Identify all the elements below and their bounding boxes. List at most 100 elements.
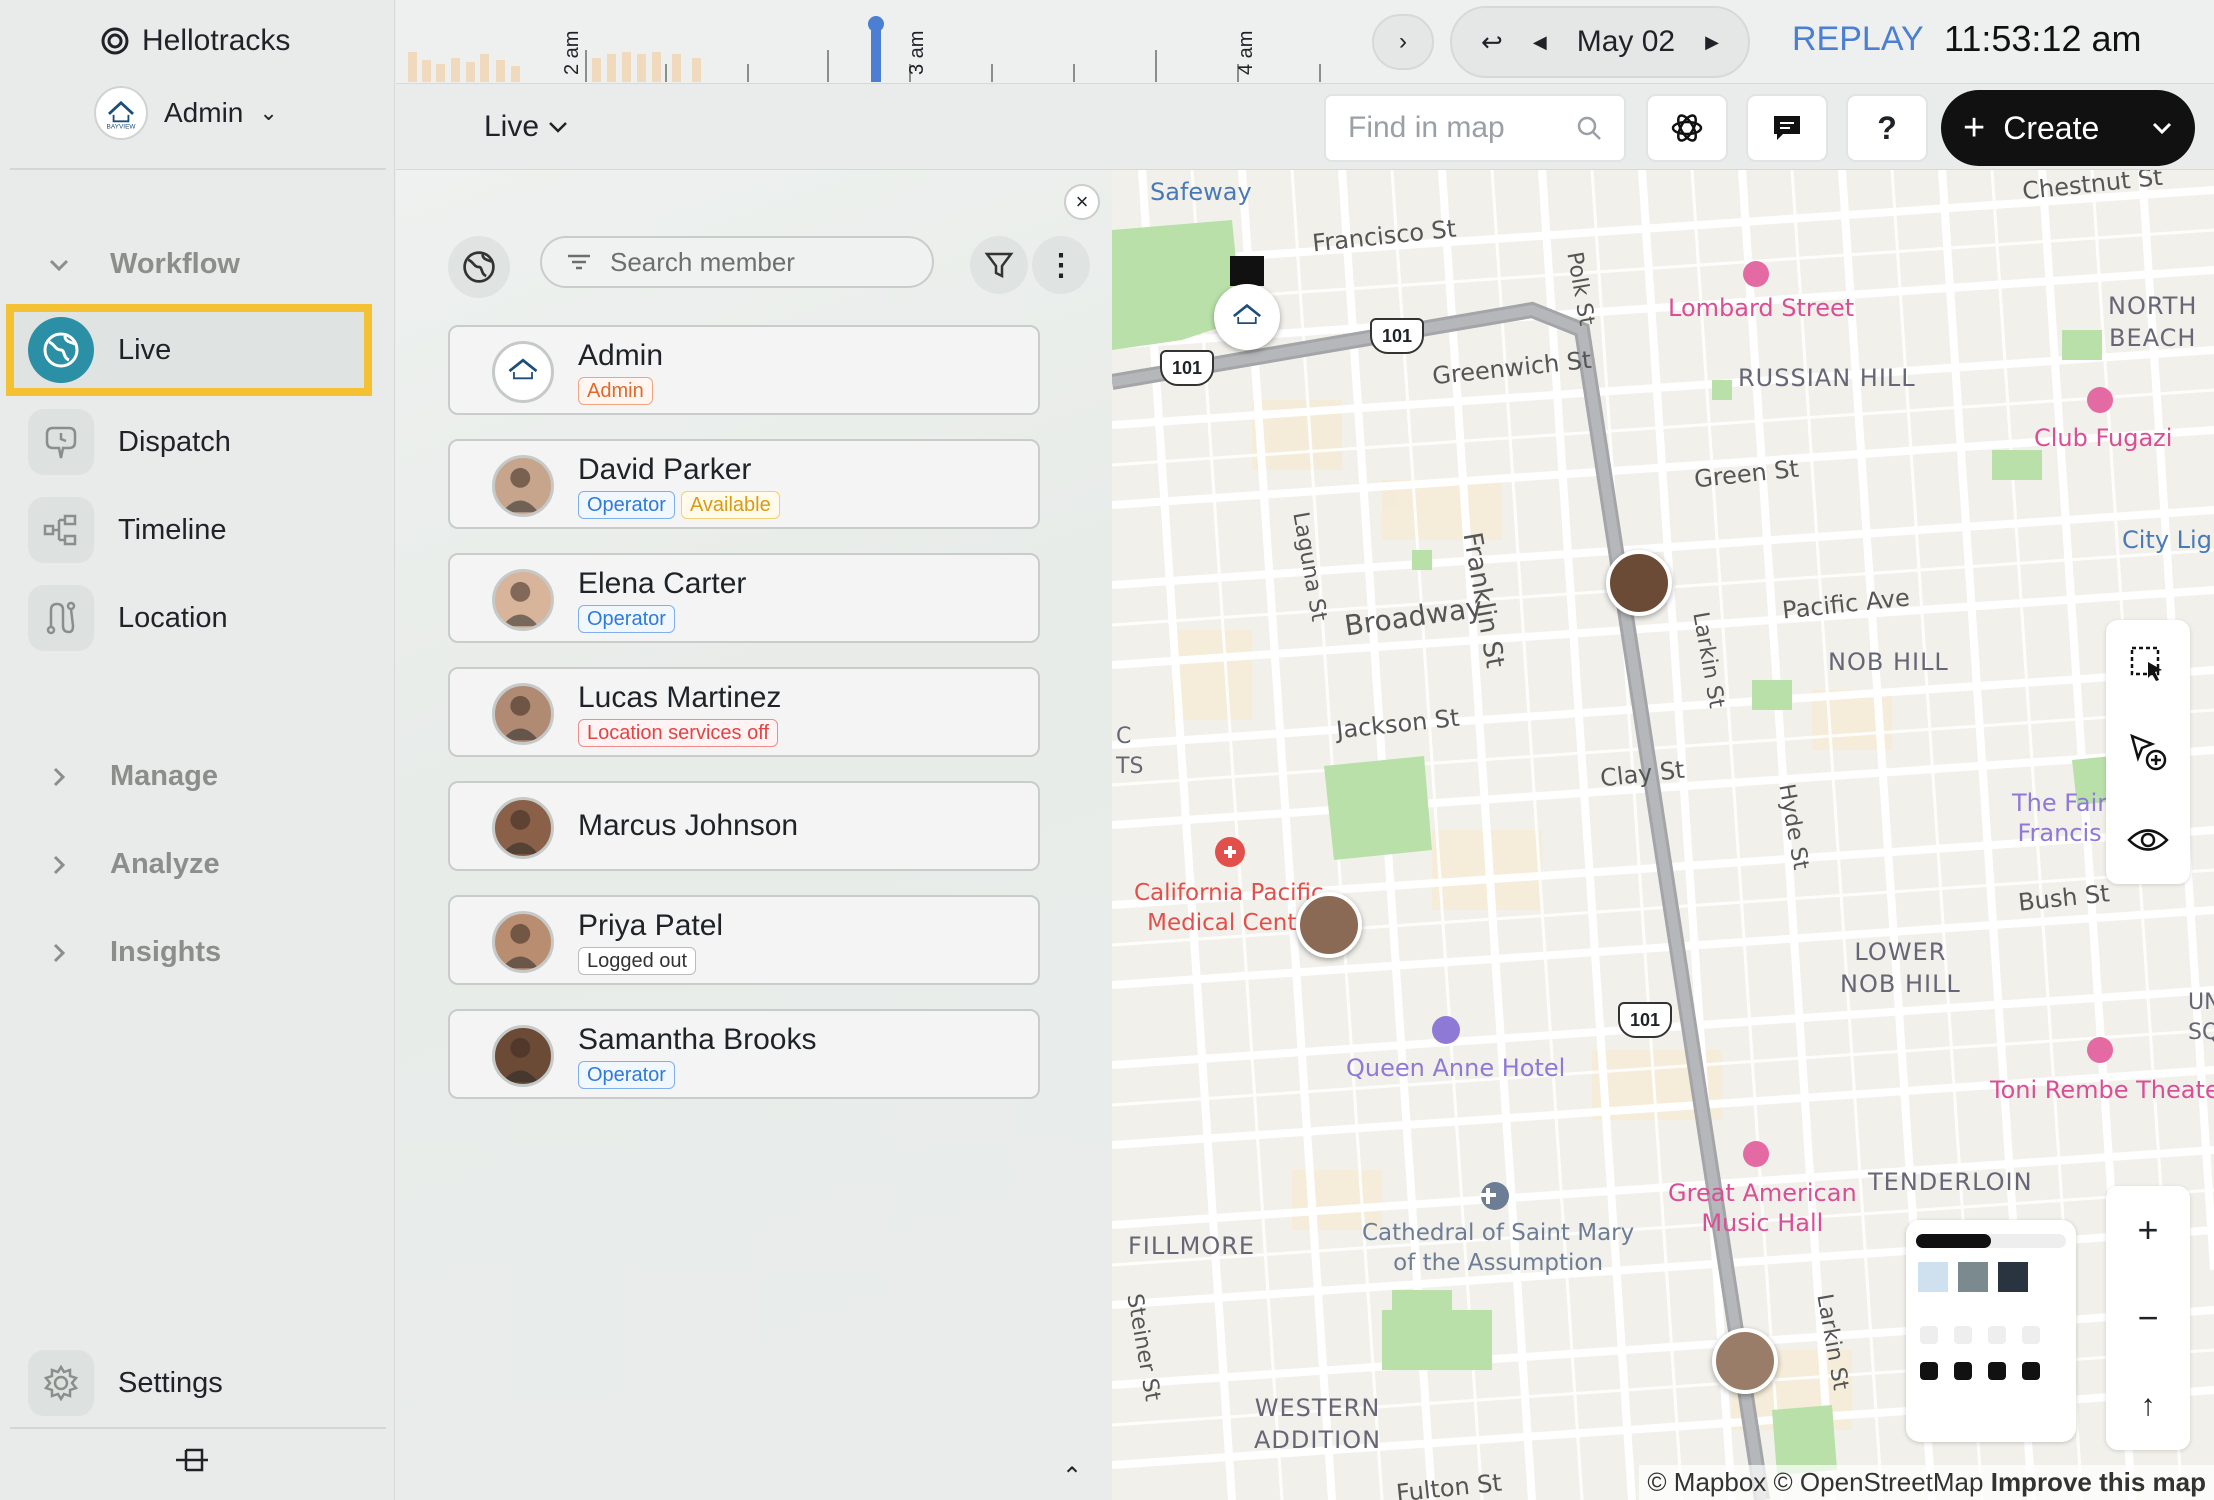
globe-icon <box>463 251 495 283</box>
member-row[interactable]: David Parker Operator Available <box>448 439 1040 529</box>
chat-icon <box>1774 116 1800 140</box>
member-row[interactable]: Elena Carter Operator <box>448 553 1040 643</box>
section-manage[interactable]: Manage <box>44 760 218 793</box>
chevron-down-icon: ⌄ <box>259 100 278 125</box>
status-badge: Available <box>680 491 780 519</box>
find-in-map-input[interactable]: Find in map <box>1324 94 1626 162</box>
highway-shield: 101 <box>1370 318 1424 354</box>
toolbar: Live Find in map ? + Create <box>396 84 2214 170</box>
member-pin-admin[interactable] <box>1214 284 1280 350</box>
map[interactable]: Safeway Francisco St Chestnut St Lombard… <box>1112 170 2214 1500</box>
mapbox-link[interactable]: © Mapbox <box>1647 1467 1766 1497</box>
search-member-input[interactable]: Search member <box>540 236 934 288</box>
undo-icon[interactable]: ↩ <box>1481 27 1503 58</box>
member-row[interactable]: Priya Patel Logged out <box>448 895 1040 985</box>
filter-lines-icon <box>568 254 590 270</box>
map-label: California Pacific Medical Cente <box>1134 880 1324 936</box>
close-panel-button[interactable]: × <box>1064 184 1100 220</box>
ai-assistant-button[interactable] <box>1646 94 1728 162</box>
brand[interactable]: Hellotracks <box>100 24 290 58</box>
date-label: May 02 <box>1576 25 1676 58</box>
member-tags: Admin <box>578 377 653 405</box>
status-badge: Operator <box>578 491 675 519</box>
minus-icon: − <box>2137 1297 2159 1338</box>
improve-map-link[interactable]: Improve this map <box>1991 1467 2206 1497</box>
search-icon <box>1577 116 1601 140</box>
member-row[interactable]: Admin Admin <box>448 325 1040 415</box>
next-day-icon[interactable]: ▶ <box>1705 32 1719 53</box>
hellotracks-logo-icon <box>101 27 129 55</box>
zoom-controls: + − ↑ <box>2106 1186 2190 1450</box>
globe-filter-button[interactable] <box>448 236 510 298</box>
account-name: Admin <box>164 97 244 128</box>
funnel-icon <box>984 252 1014 279</box>
pin-sidebar-icon[interactable] <box>172 1446 214 1481</box>
chat-button[interactable] <box>1746 94 1828 162</box>
sidebar-item-timeline[interactable]: Timeline <box>18 491 372 569</box>
status-badge: Operator <box>578 605 675 633</box>
member-pin-lucas[interactable] <box>1296 892 1362 958</box>
flag-marker[interactable] <box>1230 256 1264 286</box>
zoom-out-button[interactable]: − <box>2106 1274 2190 1362</box>
reset-north-button[interactable]: ↑ <box>2106 1362 2190 1450</box>
timeline-forward-button[interactable]: › <box>1372 14 1434 70</box>
route-icon <box>28 585 94 651</box>
map-layers-thumbnail[interactable] <box>1906 1220 2076 1442</box>
sidebar-item-settings[interactable]: Settings <box>18 1344 372 1422</box>
member-name: Lucas Martinez <box>578 681 782 714</box>
clock: 11:53:12 am <box>1944 18 2142 59</box>
filter-button[interactable] <box>970 236 1028 294</box>
member-pin-samantha[interactable] <box>1606 550 1672 616</box>
section-workflow[interactable]: Workflow <box>44 248 240 281</box>
sidebar-item-location[interactable]: Location <box>18 579 372 657</box>
member-tags: Operator Available <box>578 491 780 519</box>
member-name: Admin <box>578 339 664 372</box>
dispatch-icon <box>28 409 94 475</box>
visibility-button[interactable] <box>2106 796 2190 884</box>
member-row[interactable]: Lucas Martinez Location services off <box>448 667 1040 757</box>
more-options-button[interactable]: ⋮ <box>1032 236 1090 294</box>
avatar <box>492 911 554 973</box>
member-name: David Parker <box>578 453 752 486</box>
map-tools <box>2106 620 2190 884</box>
create-button[interactable]: + Create <box>1941 90 2195 166</box>
chevron-right-icon <box>44 762 74 792</box>
map-label: UN SQ <box>2188 990 2214 1045</box>
map-label: RUSSIAN HILL <box>1738 364 1916 392</box>
svg-text:BAYVIEW: BAYVIEW <box>107 124 137 131</box>
avatar <box>492 1025 554 1087</box>
divider <box>10 168 386 170</box>
highway-shield: 101 <box>1618 1002 1672 1038</box>
map-label: NORTH BEACH <box>2108 292 2198 352</box>
chevron-down-icon[interactable] <box>2151 121 2173 135</box>
add-route-button[interactable] <box>2106 708 2190 796</box>
select-area-icon <box>2130 646 2162 681</box>
help-button[interactable]: ? <box>1846 94 1928 162</box>
avatar <box>492 683 554 745</box>
activity-histogram[interactable] <box>396 0 1346 84</box>
member-name: Marcus Johnson <box>578 809 799 842</box>
member-row[interactable]: Samantha Brooks Operator <box>448 1009 1040 1099</box>
section-insights[interactable]: Insights <box>44 936 221 969</box>
replay-button[interactable]: REPLAY <box>1792 20 1924 59</box>
map-label: WESTERN ADDITION <box>1254 1394 1382 1454</box>
map-label: The Fair Francis <box>2012 789 2108 847</box>
section-analyze[interactable]: Analyze <box>44 848 220 881</box>
collapse-icon[interactable]: ⌃ <box>1062 1462 1082 1491</box>
map-label: FILLMORE <box>1128 1232 1256 1260</box>
prev-day-icon[interactable]: ◀ <box>1533 32 1547 53</box>
zoom-in-button[interactable]: + <box>2106 1186 2190 1274</box>
account-switcher[interactable]: BAYVIEW Admin ⌄ <box>94 86 278 140</box>
date-picker[interactable]: ↩ ◀ May 02 ▶ <box>1450 6 1750 78</box>
view-selector[interactable]: Live <box>484 110 569 144</box>
playhead[interactable] <box>868 16 884 32</box>
sidebar-item-dispatch[interactable]: Dispatch <box>18 403 372 481</box>
map-label: NOB HILL <box>1828 648 1949 676</box>
member-row[interactable]: Marcus Johnson <box>448 781 1040 871</box>
map-label: Queen Anne Hotel <box>1346 1054 1566 1082</box>
member-pin-david[interactable] <box>1712 1328 1778 1394</box>
osm-link[interactable]: © OpenStreetMap <box>1774 1467 1984 1497</box>
select-area-button[interactable] <box>2106 620 2190 708</box>
status-badge: Operator <box>578 1061 675 1089</box>
sidebar-item-live[interactable]: Live <box>6 304 372 396</box>
